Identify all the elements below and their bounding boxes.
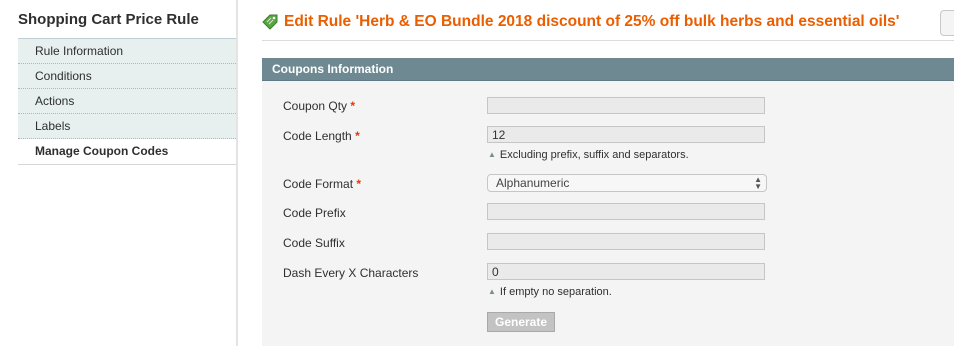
generate-button[interactable]: Generate xyxy=(487,312,555,332)
coupon-qty-input[interactable] xyxy=(487,97,765,114)
coupons-fieldset: Coupons Information Coupon Qty * Code Le… xyxy=(262,58,954,346)
code-format-select[interactable]: Alphanumeric ▲ ▼ xyxy=(487,174,767,192)
code-length-note: ▲ Excluding prefix, suffix and separators… xyxy=(488,149,689,161)
page-title: Edit Rule 'Herb & EO Bundle 2018 discoun… xyxy=(284,13,900,30)
dash-every-input[interactable] xyxy=(487,263,765,280)
code-length-input[interactable] xyxy=(487,126,765,143)
code-prefix-label: Code Prefix xyxy=(283,206,346,220)
header-divider xyxy=(262,40,954,41)
code-length-label: Code Length * xyxy=(283,129,360,143)
page-header: Edit Rule 'Herb & EO Bundle 2018 discoun… xyxy=(262,11,899,33)
dash-every-label: Dash Every X Characters xyxy=(283,266,419,280)
code-suffix-label: Code Suffix xyxy=(283,236,345,250)
sidebar-item-actions[interactable]: Actions xyxy=(18,89,236,114)
code-prefix-input[interactable] xyxy=(487,203,765,220)
coupon-qty-label: Coupon Qty * xyxy=(283,99,356,113)
note-arrow-icon: ▲ xyxy=(488,287,496,296)
required-marker: * xyxy=(356,177,362,191)
sidebar: Shopping Cart Price Rule Rule Informatio… xyxy=(0,0,238,346)
sidebar-divider xyxy=(236,0,238,346)
fieldset-legend: Coupons Information xyxy=(262,58,954,81)
sidebar-item-labels[interactable]: Labels xyxy=(18,114,236,139)
tag-icon xyxy=(262,14,278,30)
back-button[interactable] xyxy=(940,10,954,36)
sidebar-tabs: Rule Information Conditions Actions Labe… xyxy=(18,38,236,165)
sidebar-item-manage-coupon-codes[interactable]: Manage Coupon Codes xyxy=(18,139,236,165)
code-suffix-input[interactable] xyxy=(487,233,765,250)
select-arrows-icon: ▲ ▼ xyxy=(754,175,762,191)
code-format-label: Code Format * xyxy=(283,177,362,191)
sidebar-item-rule-information[interactable]: Rule Information xyxy=(18,39,236,64)
required-marker: * xyxy=(355,129,360,143)
note-arrow-icon: ▲ xyxy=(488,150,496,159)
sidebar-title: Shopping Cart Price Rule xyxy=(18,11,199,28)
dash-every-note: ▲ If empty no separation. xyxy=(488,286,612,298)
required-marker: * xyxy=(350,99,356,113)
sidebar-item-conditions[interactable]: Conditions xyxy=(18,64,236,89)
